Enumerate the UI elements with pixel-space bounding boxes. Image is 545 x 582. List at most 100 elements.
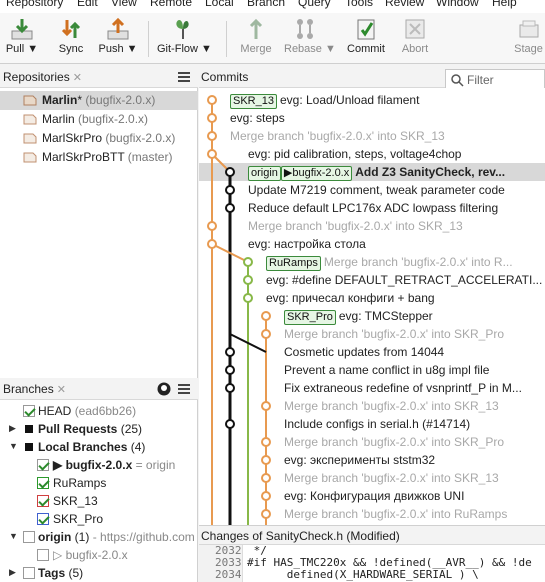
head-item[interactable]: HEAD (ead6bb26) [0,402,198,420]
changes-header: Changes of SanityCheck.h (Modified) [199,525,545,545]
diff-view: 2032 2033 2034 */ #if HAS_TMC220x && !de… [199,544,545,582]
repo-item[interactable]: Marlin (bugfix-2.0.x) [0,110,198,129]
local-branches-icon [25,443,33,451]
commit-dot [207,95,217,105]
commit-icon [357,19,375,40]
branch-item-skr13[interactable]: SKR_13 [0,492,198,510]
commit-message: Merge branch 'bugfix-2.0.x' into RuRamps [284,507,507,521]
commit-message: evg: эксперименты ststm32 [284,453,435,467]
commit-message: Merge branch 'bugfix-2.0.x' into SKR_13 [284,399,499,413]
repositories-list: Marlin* (bugfix-2.0.x) Marlin (bugfix-2.… [0,88,198,378]
branch-item-skrpro[interactable]: SKR_Pro [0,510,198,528]
menu-window[interactable]: Window [436,0,479,9]
branch-checkbox[interactable] [37,477,49,489]
commit-message: Include configs in serial.h (#14714) [284,417,470,431]
toolbar-divider [226,21,227,57]
menu-view[interactable]: View [111,0,137,9]
branch-tag: SKR_Pro [284,310,336,325]
menu-repository[interactable]: Repository [6,0,63,9]
menu-local[interactable]: Local [205,0,234,9]
repositories-header: Repositories ✕ [0,66,198,88]
chevron-right-icon[interactable]: ▶ [9,423,16,434]
branch-checkbox[interactable] [37,495,49,507]
commit-message-text: evg: TMCStepper [338,309,433,323]
tags-item[interactable]: ▶ Tags (5) [0,564,198,582]
menu-help[interactable]: Help [492,0,517,9]
commit-message-text: Fix extraneous redefine of vsnprintf_P i… [284,381,522,395]
branch-checkbox[interactable] [37,459,49,471]
branch-item-current[interactable]: ▶ bugfix-2.0.x = origin [0,456,198,474]
commit-graph [207,95,271,525]
commit-message-text: Merge branch 'bugfix-2.0.x' into SKR_Pro [284,327,505,341]
toolbar-divider [148,21,149,57]
branch-tag: ▶bugfix-2.0.x [280,166,353,181]
pull-icon [11,19,33,40]
remote-branch-item[interactable]: ▷ bugfix-2.0.x [0,546,198,564]
pull-button[interactable]: Pull ▼ [4,15,40,61]
commit-dot [261,437,271,447]
branch-item-ruramps[interactable]: RuRamps [0,474,198,492]
branch-checkbox[interactable] [37,513,49,525]
menu-edit[interactable]: Edit [77,0,98,9]
branch-checkbox[interactable] [37,549,49,561]
pull-requests-item[interactable]: ▶ Pull Requests (25) [0,420,198,438]
chevron-down-icon[interactable]: ▼ [9,441,18,451]
chevron-right-icon[interactable]: ▶ [9,567,16,578]
menu-icon[interactable] [178,384,190,394]
commit-message-text: Merge branch 'bugfix-2.0.x' into SKR_13 [284,471,499,485]
remote-origin-item[interactable]: ▼ origin (1) - https://github.com [0,528,198,546]
commit-dot [207,221,217,231]
branches-header: Branches ✕ [0,378,198,400]
chevron-down-icon[interactable]: ▼ [9,531,18,541]
commit-message-text: evg: #define DEFAULT_RETRACT_ACCELERATI.… [266,273,543,287]
menu-bar: Repository Edit View Remote Local Branch… [0,0,545,13]
rebase-button[interactable]: Rebase ▼ [284,15,336,61]
sync-button[interactable]: Sync [55,15,87,61]
origin-checkbox[interactable] [23,531,35,543]
branch-tag-label: bugfix-2.0.x [292,167,350,179]
menu-review[interactable]: Review [385,0,424,9]
commit-dot [243,293,253,303]
commit-message: evg: причесал конфиги + bang [266,291,435,305]
commit-dot [207,149,217,159]
commit-dot [207,131,217,141]
commit-message: Merge branch 'bugfix-2.0.x' into SKR_Pro [284,435,504,449]
menu-branch[interactable]: Branch [247,0,285,9]
stage-button[interactable]: Stage [512,15,545,61]
filter-input[interactable]: Filter [445,69,545,89]
commit-message: Fix extraneous redefine of vsnprintf_P i… [284,381,522,395]
commit-dot [225,167,235,177]
toolbar: Pull ▼ Sync Push ▼ Git-Flow ▼ Merge Reba… [0,13,545,64]
head-checkbox[interactable] [23,405,35,417]
push-icon [107,17,129,40]
commit-dot [225,347,235,357]
menu-remote[interactable]: Remote [150,0,192,9]
repo-item[interactable]: Marlin* (bugfix-2.0.x) [0,91,198,110]
menu-tools[interactable]: Tools [345,0,373,9]
commit-message-text: evg: эксперименты ststm32 [284,453,436,467]
repo-item[interactable]: MarlSkrProBTT (master) [0,148,198,167]
close-icon[interactable]: ✕ [57,384,66,396]
close-icon[interactable]: ✕ [73,72,82,84]
commit-button[interactable]: Commit [344,15,388,61]
menu-icon[interactable] [178,72,190,82]
push-button[interactable]: Push ▼ [97,15,139,61]
abort-button[interactable]: Abort [397,15,433,61]
commit-message-text: Prevent a name conflict in u8g impl file [284,363,490,377]
tags-checkbox[interactable] [23,567,35,579]
merge-icon [249,18,263,39]
commit-dot [261,311,271,321]
commit-dot [261,329,271,339]
commit-message-text: Add Z3 SanityCheck, rev... [355,165,506,179]
commit-dot [225,203,235,213]
commit-dot [261,491,271,501]
merge-button[interactable]: Merge [238,15,274,61]
local-branches-item[interactable]: ▼ Local Branches (4) [0,438,198,456]
repo-item[interactable]: MarlSkrPro (bugfix-2.0.x) [0,129,198,148]
menu-query[interactable]: Query [298,0,331,9]
commit-dot [225,365,235,375]
commit-message-text: evg: причесал конфиги + bang [266,291,435,305]
gitflow-button[interactable]: Git-Flow ▼ [157,15,212,61]
commit-message: SKR_Pro evg: TMCStepper [284,309,433,325]
github-icon[interactable] [157,382,171,396]
